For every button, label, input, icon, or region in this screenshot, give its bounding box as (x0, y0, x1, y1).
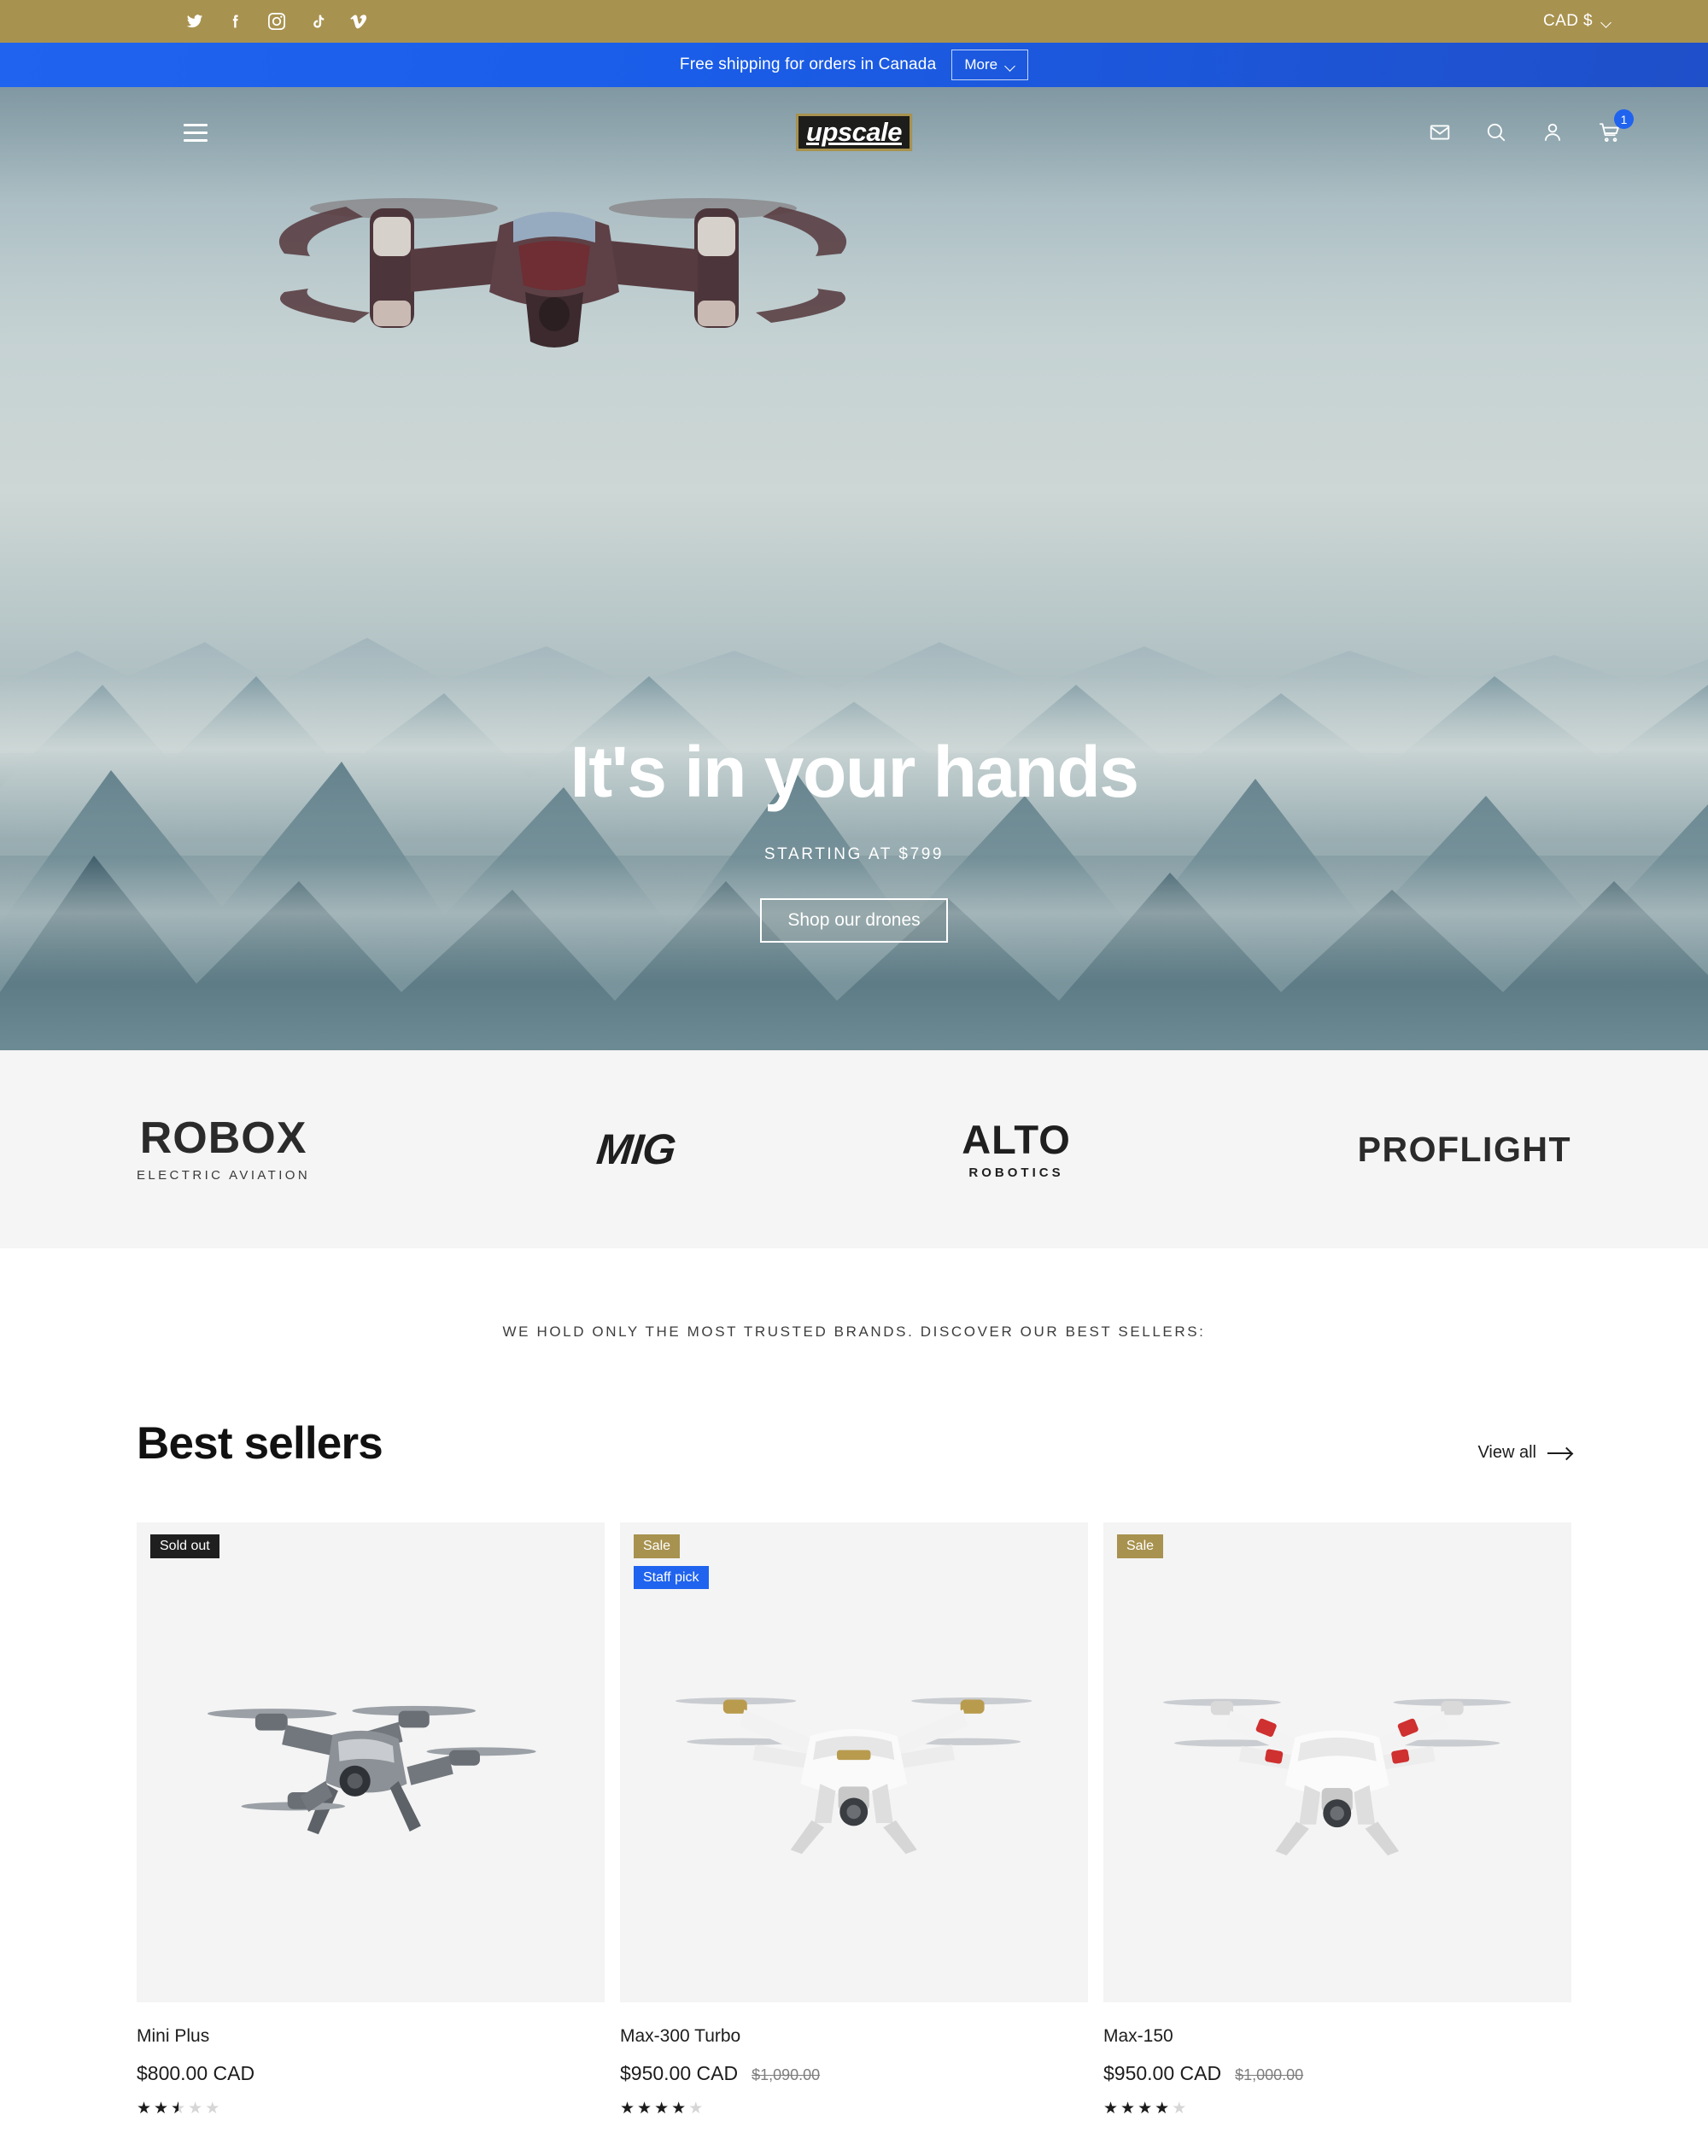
hero-content: It's in your hands STARTING AT $799 Shop… (0, 736, 1708, 943)
product-title[interactable]: Max-150 (1103, 2026, 1571, 2047)
rating-star: ★ (1172, 2100, 1187, 2118)
tiktok-icon[interactable] (307, 10, 329, 32)
brand-proflight-title: PROFLIGHT (1357, 1129, 1571, 1169)
product-price: $950.00 CAD (620, 2062, 739, 2084)
product-card[interactable]: Sold out Mini Plus $800.00 CAD ★ ★ ★ ★ ★ (137, 1522, 605, 2117)
announcement-text: Free shipping for orders in Canada (679, 56, 937, 73)
best-sellers-section: Best sellers View all Sold out Mini Plus $… (0, 1341, 1708, 2117)
brand-logo-alto: ALTO ROBOTICS (962, 1119, 1071, 1180)
brand-mig-title: MIG (594, 1125, 678, 1173)
rating-star: ★ (620, 2100, 635, 2118)
product-grid: Sold outMini Plus$800.00 CAD★★★★★SaleSta… (137, 1522, 1571, 2117)
arrow-right-icon (1547, 1452, 1571, 1454)
currency-selector[interactable]: CAD $ (1536, 7, 1618, 36)
product-price-row: $950.00 CAD $1,090.00 (620, 2062, 1088, 2085)
rating-star: ★ (1103, 2100, 1119, 2118)
rating-star: ★ (688, 2100, 704, 2118)
hero-title: It's in your hands (570, 732, 1139, 812)
rating-star: ★ (1120, 2100, 1136, 2118)
product-image[interactable]: Sold out (137, 1522, 605, 2002)
cart-count-badge: 1 (1614, 109, 1634, 129)
brand-logo-mig: MIG (594, 1125, 678, 1174)
collection-title: Best sellers (137, 1418, 383, 1469)
facebook-icon[interactable] (225, 10, 247, 32)
product-badges: Sale (1117, 1534, 1164, 1558)
brand-alto-subtitle: ROBOTICS (968, 1165, 1064, 1180)
social-links (184, 10, 370, 32)
chevron-down-icon (1006, 62, 1015, 68)
announcement-more-button[interactable]: More (951, 50, 1029, 80)
product-badge-sale: Sale (1117, 1534, 1164, 1558)
hero-subtitle: STARTING AT $799 (763, 845, 945, 863)
rating-star: ★ (1138, 2100, 1153, 2118)
rating-star: ★ (671, 2100, 687, 2118)
vimeo-icon[interactable] (348, 10, 370, 32)
cart-icon[interactable]: 1 (1595, 109, 1634, 146)
brand-logos-strip: ROBOX ELECTRIC AVIATION MIG ALTO ROBOTIC… (0, 1050, 1708, 1248)
product-info: Max-300 Turbo $950.00 CAD $1,090.00 ★ ★ ★ ★ ★ (620, 2002, 1088, 2117)
rating-star: ★ (188, 2100, 203, 2118)
site-logo[interactable]: upscale (796, 114, 912, 151)
account-icon[interactable] (1539, 119, 1566, 146)
hero-banner: upscale 1 It's in your hands STARTING AT… (0, 87, 1708, 1050)
product-info: Max-150 $950.00 CAD $1,000.00 ★ ★ ★ ★ ★ (1103, 2002, 1571, 2117)
product-card[interactable]: Sale Max-150 $950.00 CAD $1,000.00 ★ ★ ★ ★ ★ (1103, 1522, 1571, 2117)
product-card[interactable]: Sale Staff pick Max-300 Turbo $950.00 CAD $1… (620, 1522, 1088, 2117)
utility-bar: CAD $ (0, 0, 1708, 43)
product-title[interactable]: Max-300 Turbo (620, 2026, 1088, 2047)
rating-star: ★ (171, 2100, 185, 2117)
instagram-icon[interactable] (266, 10, 288, 32)
product-image[interactable]: Sale (1103, 1522, 1571, 2002)
search-icon[interactable] (1483, 119, 1510, 146)
brand-robox-subtitle: ELECTRIC AVIATION (137, 1168, 311, 1183)
product-compare-at-price: $1,090.00 (752, 2066, 821, 2083)
product-rating: ★ ★ ★ ★ ★ (137, 2100, 605, 2117)
product-rating: ★ ★ ★ ★ ★ (1103, 2100, 1571, 2117)
product-badge-soldout: Sold out (150, 1534, 219, 1558)
rating-star: ★ (205, 2100, 220, 2118)
product-badge-sale: Sale (634, 1534, 681, 1558)
product-price-row: $800.00 CAD (137, 2062, 605, 2085)
product-badges: Sold out (150, 1534, 219, 1558)
product-info: Mini Plus $800.00 CAD ★ ★ ★ ★ ★ (137, 2002, 605, 2117)
product-title[interactable]: Mini Plus (137, 2026, 605, 2047)
product-compare-at-price: $1,000.00 (1235, 2066, 1304, 2083)
brand-logo-proflight: PROFLIGHT (1358, 1130, 1571, 1170)
rating-star: ★ (154, 2100, 169, 2118)
currency-label: CAD $ (1543, 12, 1593, 30)
tagline-text: WE HOLD ONLY THE MOST TRUSTED BRANDS. DI… (502, 1323, 1206, 1340)
view-all-link[interactable]: View all (1477, 1443, 1571, 1469)
twitter-icon[interactable] (184, 10, 206, 32)
view-all-label: View all (1477, 1443, 1536, 1462)
brand-logo-robox: ROBOX ELECTRIC AVIATION (137, 1116, 310, 1183)
announcement-more-label: More (964, 56, 998, 73)
product-price-row: $950.00 CAD $1,000.00 (1103, 2062, 1571, 2085)
announcement-bar: Free shipping for orders in Canada More (0, 43, 1708, 87)
rating-star: ★ (1155, 2100, 1170, 2118)
rating-star: ★ (137, 2100, 152, 2118)
shop-drones-button[interactable]: Shop our drones (760, 898, 948, 943)
product-badge-staff: Staff pick (634, 1565, 709, 1590)
chevron-down-icon (1602, 19, 1611, 25)
brand-robox-title: ROBOX (139, 1113, 307, 1163)
brand-alto-title: ALTO (962, 1116, 1071, 1162)
tagline-section: WE HOLD ONLY THE MOST TRUSTED BRANDS. DI… (0, 1248, 1708, 1341)
product-rating: ★ ★ ★ ★ ★ (620, 2100, 1088, 2117)
rating-star: ★ (637, 2100, 652, 2118)
rating-star: ★ (654, 2100, 670, 2118)
drone-illustration (243, 172, 880, 356)
product-price: $800.00 CAD (137, 2062, 255, 2084)
header-actions: 1 (1426, 109, 1634, 146)
site-header: upscale 1 (0, 87, 1708, 178)
product-image[interactable]: Sale Staff pick (620, 1522, 1088, 2002)
mail-icon[interactable] (1426, 119, 1454, 146)
product-price: $950.00 CAD (1103, 2062, 1222, 2084)
product-badges: Sale Staff pick (634, 1534, 709, 1590)
hamburger-menu-icon[interactable] (184, 120, 216, 145)
